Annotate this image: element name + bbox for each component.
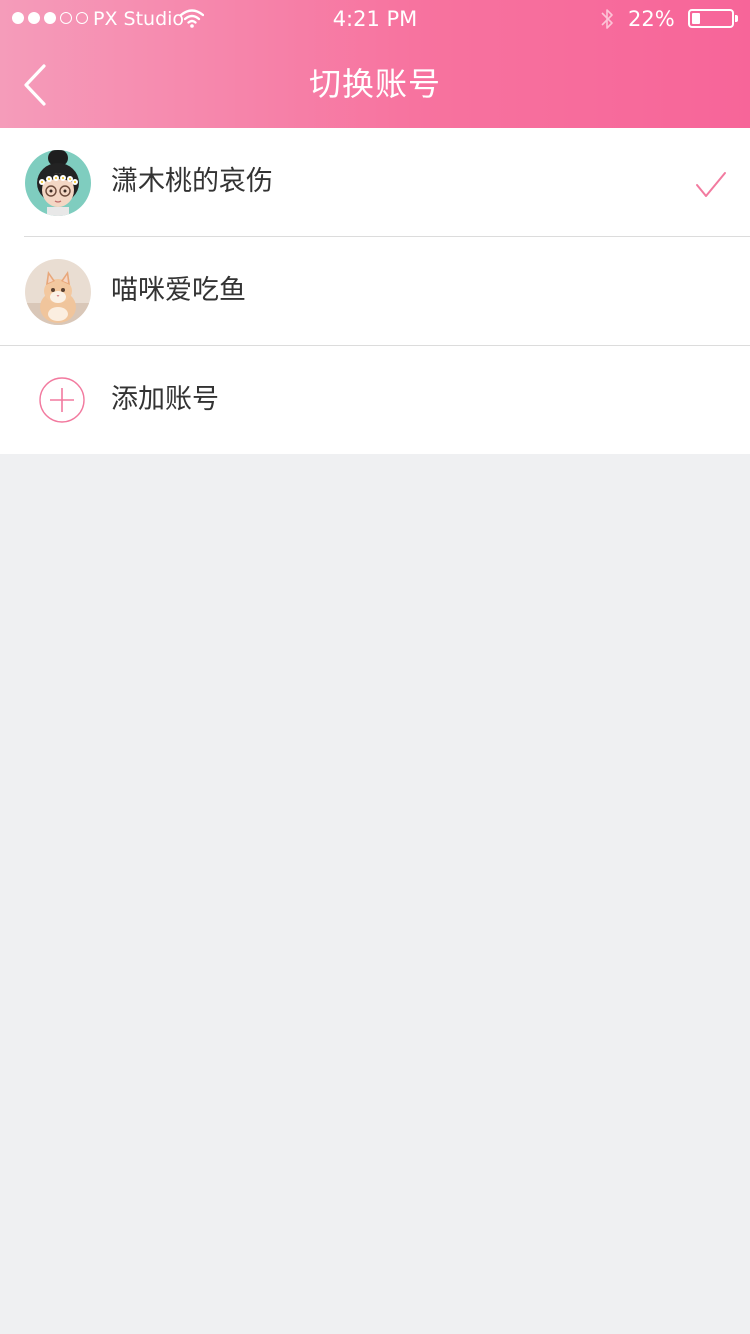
add-account-label: 添加账号 [111,384,219,415]
plus-circle-icon [39,377,85,423]
page-title: 切换账号 [308,65,441,103]
cat-avatar [25,259,91,325]
battery-icon [688,9,734,28]
battery-tip [735,15,738,22]
add-account-row[interactable]: 添加账号 [0,346,750,454]
girl-avatar [25,150,91,216]
account-row-2[interactable]: 喵咪爱吃鱼 [0,237,750,345]
nav-header: PX Studio 4:21 PM 22% 切换账号 [0,0,750,128]
account-list: 潇木桃的哀伤 喵咪爱吃鱼 添加账号 [0,128,750,454]
account-row-1[interactable]: 潇木桃的哀伤 [0,128,750,236]
bluetooth-icon [601,9,613,29]
status-bar: PX Studio 4:21 PM 22% [0,0,750,40]
account-name: 潇木桃的哀伤 [111,166,273,197]
battery-percent: 22% [628,7,675,31]
account-name: 喵咪爱吃鱼 [111,275,246,306]
check-icon [696,172,726,197]
